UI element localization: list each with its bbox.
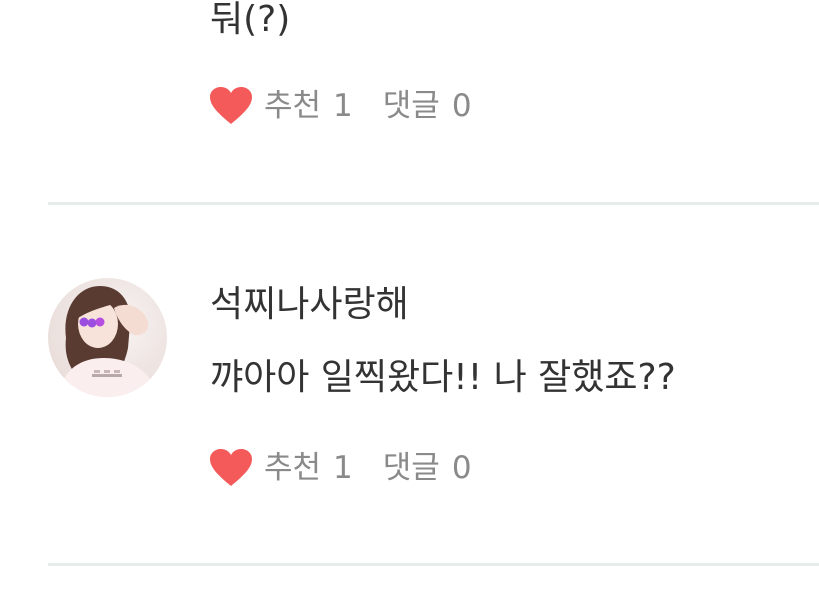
comment-divider xyxy=(48,202,819,205)
comment-item: 석찌나사랑해 꺄아아 일찍왔다!! 나 잘했죠?? 추천 1 댓글 0 xyxy=(0,206,819,564)
comment-actions: 추천 1 댓글 0 xyxy=(209,84,472,128)
reply-label: 댓글 xyxy=(382,88,440,124)
like-button[interactable]: 추천 1 xyxy=(209,84,353,128)
heart-icon xyxy=(209,86,253,126)
reply-count: 0 xyxy=(451,450,472,486)
like-label: 추천 xyxy=(264,450,322,486)
reply-button[interactable]: 댓글 0 xyxy=(383,84,472,128)
like-button[interactable]: 추천 1 xyxy=(209,446,353,490)
like-label: 추천 xyxy=(264,88,322,124)
like-count: 1 xyxy=(333,450,353,486)
comment-username[interactable]: 석찌나사랑해 xyxy=(210,283,409,327)
comment-content: 꺄아아 일찍왔다!! 나 잘했죠?? xyxy=(210,357,676,398)
like-count: 1 xyxy=(333,88,353,124)
comment-actions: 추천 1 댓글 0 xyxy=(209,446,472,490)
avatar[interactable] xyxy=(48,278,167,397)
comment-content: 둬(?) xyxy=(210,0,291,40)
comment-divider xyxy=(48,563,819,566)
reply-button[interactable]: 댓글 0 xyxy=(383,446,472,490)
comment-item: 둬(?) 추천 1 댓글 0 xyxy=(0,0,819,203)
reply-count: 0 xyxy=(451,88,472,124)
heart-icon xyxy=(209,448,253,488)
reply-label: 댓글 xyxy=(382,450,440,486)
